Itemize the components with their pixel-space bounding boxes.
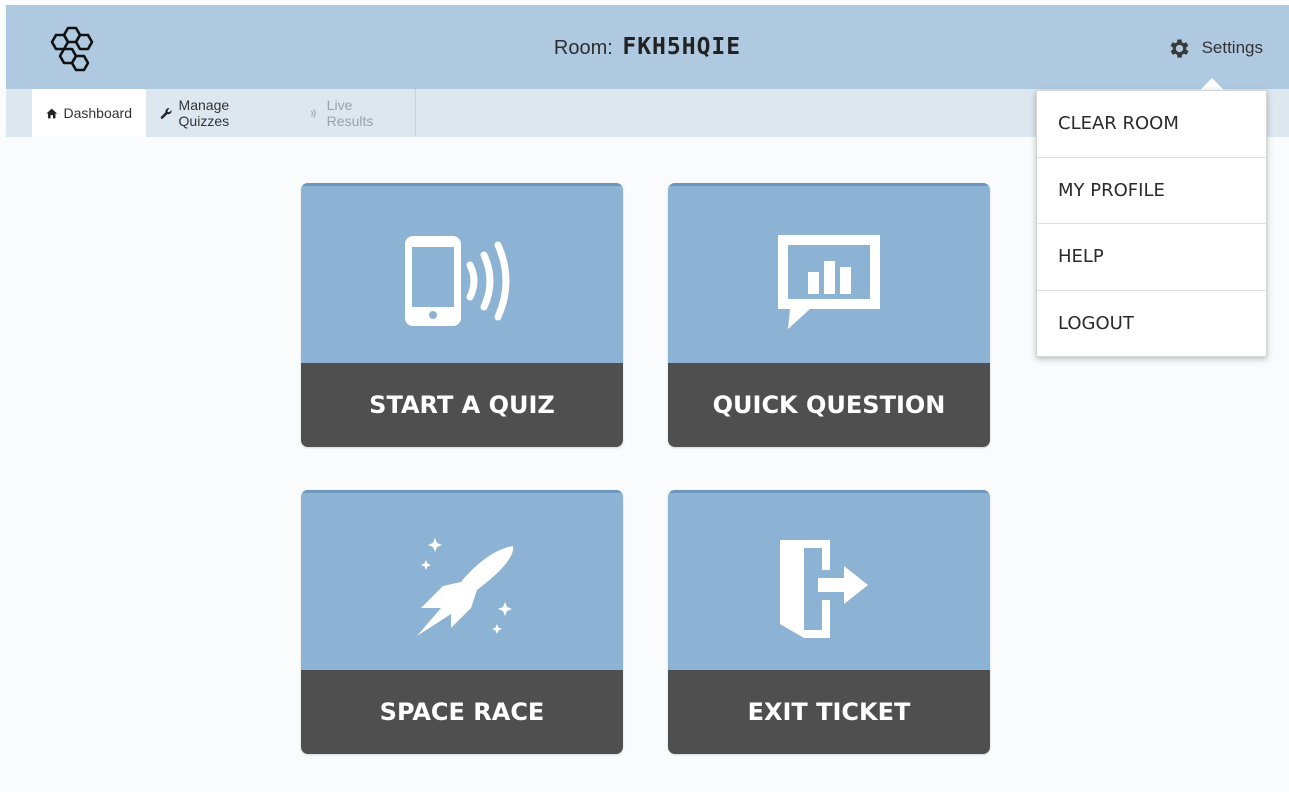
tab-manage-quizzes[interactable]: Manage Quizzes [146, 89, 294, 137]
space-race-tile[interactable]: SPACE RACE [301, 490, 623, 754]
settings-label: Settings [1201, 38, 1263, 57]
settings-dropdown: CLEAR ROOM MY PROFILE HELP LOGOUT [1036, 90, 1267, 357]
app-header: Room: FKH5HQIE Settings [6, 5, 1289, 89]
broadcast-icon [310, 108, 316, 118]
tab-label: Manage Quizzes [178, 97, 230, 129]
settings-button[interactable]: Settings [1167, 34, 1263, 62]
exit-ticket-tile[interactable]: EXIT TICKET [668, 490, 990, 754]
rocket-icon [417, 538, 514, 636]
room-indicator: Room: FKH5HQIE [6, 34, 1289, 60]
room-label: Room: [553, 37, 613, 59]
home-icon [46, 108, 58, 118]
start-quiz-tile[interactable]: START A QUIZ [301, 183, 623, 447]
tab-dashboard[interactable]: Dashboard [32, 89, 146, 137]
clear-room-menu-item[interactable]: CLEAR ROOM [1037, 91, 1266, 158]
room-code: FKH5HQIE [622, 34, 742, 60]
chart-speech-bubble-icon [778, 235, 880, 329]
tile-label: SPACE RACE [301, 670, 623, 754]
dropdown-caret [1200, 78, 1224, 90]
quick-question-tile[interactable]: QUICK QUESTION [668, 183, 990, 447]
help-menu-item[interactable]: HELP [1037, 224, 1266, 291]
tile-label: QUICK QUESTION [668, 363, 990, 447]
gear-icon [1170, 38, 1189, 58]
my-profile-menu-item[interactable]: MY PROFILE [1037, 158, 1266, 224]
tab-label: Live Results [326, 97, 374, 129]
phone-broadcast-icon [405, 236, 510, 326]
exit-door-icon [780, 540, 868, 638]
tile-label: EXIT TICKET [668, 670, 990, 754]
wrench-icon [160, 107, 172, 119]
tile-label: START A QUIZ [301, 363, 623, 447]
tab-label: Dashboard [63, 105, 133, 121]
logout-menu-item[interactable]: LOGOUT [1037, 291, 1266, 358]
tab-live-results[interactable]: Live Results [294, 89, 416, 137]
